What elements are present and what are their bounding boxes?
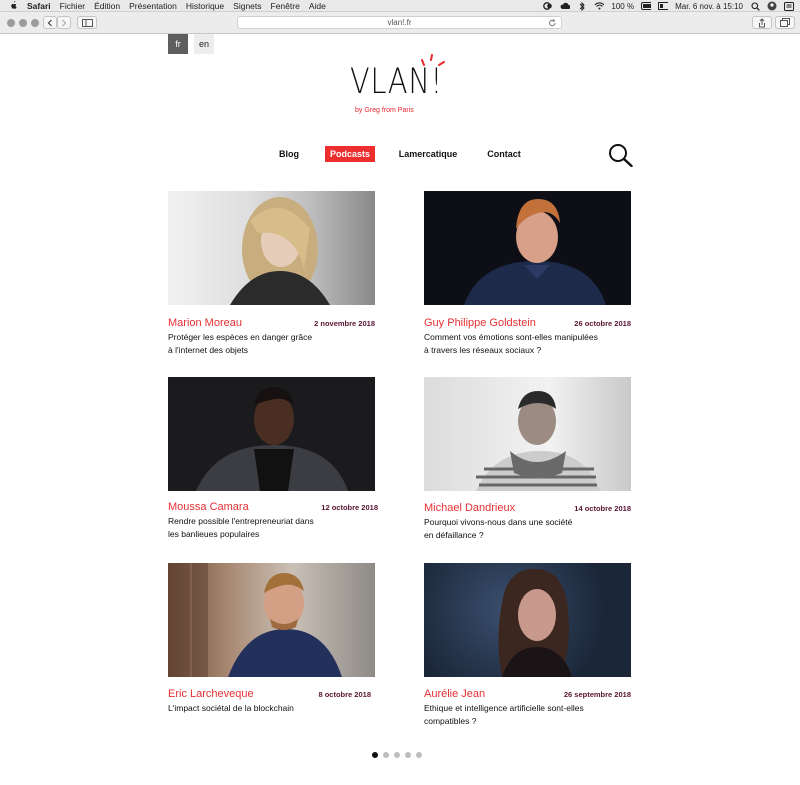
back-button[interactable] — [43, 16, 57, 29]
card-desc-line-2: à travers les réseaux sociaux ? — [424, 345, 542, 355]
card-date: 2 novembre 2018 — [314, 319, 375, 328]
podcast-photo-moussa-camara[interactable] — [168, 377, 375, 491]
nav-podcasts[interactable]: Podcasts — [325, 146, 375, 162]
address-bar[interactable]: vlan!.fr — [237, 16, 562, 29]
chevron-right-icon — [62, 19, 67, 26]
share-icon — [759, 17, 765, 27]
card-date: 14 octobre 2018 — [574, 504, 631, 513]
card-name[interactable]: Aurélie Jean — [424, 688, 485, 700]
address-url: vlan!.fr — [387, 18, 412, 27]
tabs-icon — [780, 18, 790, 27]
card-name[interactable]: Marion Moreau — [168, 317, 242, 329]
menubar-datetime[interactable]: Mar. 6 nov. à 15:10 — [675, 2, 743, 11]
menubar-status: 100 % Mar. 6 nov. à 15:10 — [543, 0, 794, 12]
card-description[interactable]: Ethique et intelligence artificielle son… — [424, 702, 634, 728]
window-minimize-button[interactable] — [19, 19, 27, 27]
nav-contact[interactable]: Contact — [482, 146, 526, 162]
podcast-photo-eric-larcheveque[interactable] — [168, 563, 375, 677]
apple-icon[interactable] — [9, 1, 19, 11]
pagination — [372, 752, 422, 760]
portrait-image — [230, 197, 330, 305]
menu-presentation[interactable]: Présentation — [129, 1, 177, 11]
page-dot-4[interactable] — [405, 752, 411, 758]
card-name[interactable]: Eric Larcheveque — [168, 688, 254, 700]
portrait-image — [464, 199, 606, 305]
card-date: 26 octobre 2018 — [574, 319, 631, 328]
card-name[interactable]: Guy Philippe Goldstein — [424, 317, 536, 329]
browser-toolbar: vlan!.fr — [0, 12, 800, 34]
menu-edition[interactable]: Édition — [94, 1, 120, 11]
menu-app-safari[interactable]: Safari — [27, 1, 51, 11]
card-desc-line-2: en défaillance ? — [424, 530, 484, 540]
window-zoom-button[interactable] — [31, 19, 39, 27]
tabs-overview-button[interactable] — [775, 16, 795, 29]
menu-fenetre[interactable]: Fenêtre — [271, 1, 300, 11]
card-date: 8 octobre 2018 — [318, 690, 371, 699]
main-nav: Blog Podcasts Lamercatique Contact — [0, 146, 800, 162]
menu-fichier[interactable]: Fichier — [60, 1, 86, 11]
site-logo[interactable]: VLAN! by Greg from Paris — [348, 54, 458, 118]
chevron-left-icon — [47, 19, 52, 26]
menu-historique[interactable]: Historique — [186, 1, 224, 11]
podcast-photo-guy-philippe-goldstein[interactable] — [424, 191, 631, 305]
card-desc-line-1: Ethique et intelligence artificielle son… — [424, 703, 584, 713]
battery-percent: 100 % — [611, 1, 635, 11]
podcast-photo-michael-dandrieux[interactable] — [424, 377, 631, 491]
lang-en-button[interactable]: en — [194, 34, 214, 54]
sidebar-icon — [81, 18, 93, 27]
card-date: 12 octobre 2018 — [321, 503, 378, 512]
menubar: Safari Fichier Édition Présentation Hist… — [0, 0, 800, 12]
logo-spark-icon — [421, 54, 445, 66]
card-desc-line-1: Rendre possible l'entrepreneuriat dans — [168, 516, 314, 526]
battery-icon[interactable] — [641, 2, 652, 11]
card-desc-line-1: L'impact sociétal de la blockchain — [168, 703, 294, 713]
search-icon — [609, 144, 633, 168]
window-close-button[interactable] — [7, 19, 15, 27]
page-dot-2[interactable] — [383, 752, 389, 758]
flag-icon[interactable] — [658, 2, 669, 11]
card-desc-line-1: Comment vos émotions sont-elles manipulé… — [424, 332, 598, 342]
creative-cloud-icon[interactable] — [543, 2, 553, 11]
cloud-icon[interactable] — [560, 2, 571, 11]
notification-center-icon[interactable] — [784, 1, 794, 11]
wifi-icon[interactable] — [594, 2, 605, 11]
card-desc-line-2: compatibles ? — [424, 716, 477, 726]
logo-tagline: by Greg from Paris — [355, 107, 414, 114]
portrait-image — [168, 563, 342, 677]
podcast-photo-aurelie-jean[interactable] — [424, 563, 631, 677]
card-description[interactable]: L'impact sociétal de la blockchain — [168, 702, 378, 715]
card-desc-line-1: Protéger les espèces en danger grâce — [168, 332, 313, 342]
card-name[interactable]: Michael Dandrieux — [424, 502, 515, 514]
card-desc-line-2: à l'internet des objets — [168, 345, 249, 355]
lang-fr-button[interactable]: fr — [168, 34, 188, 54]
nav-lamercatique[interactable]: Lamercatique — [395, 146, 461, 162]
podcast-photo-marion-moreau[interactable] — [168, 191, 375, 305]
card-desc-line-2: les banlieues populaires — [168, 529, 260, 539]
menu-signets[interactable]: Signets — [233, 1, 261, 11]
card-date: 26 septembre 2018 — [563, 690, 631, 699]
forward-button[interactable] — [57, 16, 71, 29]
card-desc-line-1: Pourquoi vivons-nous dans une société — [424, 517, 573, 527]
reload-icon[interactable] — [548, 18, 557, 28]
page-dot-1[interactable] — [372, 752, 378, 758]
share-button[interactable] — [752, 16, 772, 29]
bluetooth-icon[interactable] — [577, 1, 587, 11]
nav-blog[interactable]: Blog — [274, 146, 304, 162]
search-button[interactable] — [608, 143, 634, 168]
menu-aide[interactable]: Aide — [309, 1, 326, 11]
card-description[interactable]: Pourquoi vivons-nous dans une société en… — [424, 516, 634, 542]
card-description[interactable]: Comment vos émotions sont-elles manipulé… — [424, 331, 634, 357]
page-dot-3[interactable] — [394, 752, 400, 758]
spotlight-search-icon[interactable] — [750, 1, 760, 11]
card-description[interactable]: Rendre possible l'entrepreneuriat dans l… — [168, 515, 378, 541]
sidebar-button[interactable] — [77, 16, 97, 29]
user-avatar-icon[interactable] — [767, 1, 777, 11]
portrait-image — [498, 568, 572, 677]
card-description[interactable]: Protéger les espèces en danger grâce à l… — [168, 331, 378, 357]
card-name[interactable]: Moussa Camara — [168, 501, 249, 513]
page-dot-5[interactable] — [416, 752, 422, 758]
portrait-image — [476, 391, 600, 491]
portrait-image — [196, 387, 348, 491]
